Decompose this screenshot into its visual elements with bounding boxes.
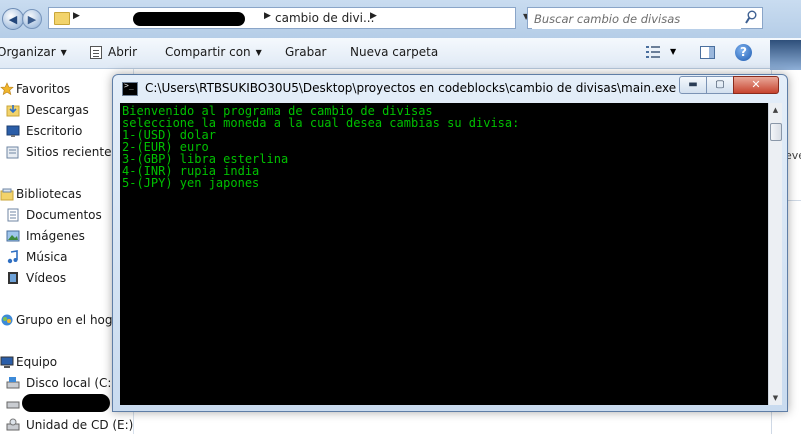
open-button[interactable]: Abrir [108, 45, 137, 59]
documents-icon [7, 208, 19, 222]
computer-icon [0, 356, 14, 368]
libraries-icon [0, 188, 14, 201]
desktop-icon [6, 125, 20, 137]
console-text: Bienvenido al programa de cambio de divi… [122, 105, 519, 189]
hard-drive-icon [6, 377, 20, 389]
share-label: Compartir con [165, 45, 251, 59]
console-app-icon[interactable] [122, 81, 138, 96]
address-bar[interactable]: ▶ ▶ cambio de divi... ▶ ▼ [48, 7, 561, 29]
homegroup-icon [1, 314, 13, 326]
console-line: 5-(JPY) yen japones [122, 176, 260, 190]
folder-icon [54, 12, 70, 25]
console-scrollbar[interactable]: ▲ ▼ [768, 103, 782, 405]
nav-label: Disco local (C:) [26, 376, 117, 390]
nav-label: Música [26, 250, 68, 264]
new-folder-button[interactable]: Nueva carpeta [350, 45, 438, 59]
recent-places-icon [6, 146, 19, 159]
downloads-folder-icon [6, 105, 20, 117]
nav-label: Documentos [26, 208, 102, 222]
chevron-down-icon: ▼ [60, 48, 67, 57]
search-box[interactable] [527, 7, 763, 29]
document-icon [90, 46, 102, 59]
nav-label: Grupo en el hogar [16, 313, 125, 327]
explorer-toolbar: Organizar ▼ Abrir Compartir con ▼ Grabar N… [0, 38, 801, 69]
nav-label: Sitios recientes [26, 145, 118, 159]
drive-icon [6, 401, 20, 409]
burn-button[interactable]: Grabar [285, 45, 327, 59]
forward-button[interactable]: ▶ [22, 9, 42, 29]
chevron-down-icon[interactable]: ▼ [670, 47, 676, 56]
forward-arrow-icon: ▶ [27, 12, 37, 26]
back-arrow-icon: ◀ [8, 12, 18, 26]
search-input[interactable] [532, 9, 741, 29]
close-button[interactable]: ✕ [733, 76, 779, 94]
maximize-button[interactable]: ▢ [706, 76, 734, 94]
scroll-up-icon[interactable]: ▲ [769, 103, 782, 117]
console-output[interactable]: Bienvenido al programa de cambio de divi… [120, 103, 768, 405]
nav-label: Bibliotecas [16, 187, 82, 201]
help-icon[interactable]: ? [735, 44, 752, 61]
breadcrumb-current[interactable]: cambio de divi... [275, 11, 374, 25]
nav-label: Favoritos [16, 82, 71, 96]
nav-label: Unidad de CD (E:) [26, 418, 134, 432]
background-window-edge [770, 40, 801, 70]
nav-label: Imágenes [26, 229, 85, 243]
breadcrumb-arrow-icon[interactable]: ▶ [264, 11, 271, 21]
scroll-down-icon[interactable]: ▼ [769, 391, 782, 405]
preview-pane-icon[interactable] [700, 46, 715, 59]
back-button[interactable]: ◀ [2, 8, 24, 30]
search-icon[interactable] [745, 10, 757, 25]
images-icon [6, 230, 20, 242]
nav-label: Vídeos [26, 271, 67, 285]
breadcrumb-arrow-icon[interactable]: ▶ [73, 11, 80, 21]
music-icon [7, 250, 18, 264]
star-icon [0, 82, 14, 96]
redacted-drive-label [22, 394, 110, 412]
nav-label: Escritorio [26, 124, 83, 138]
explorer-address-row: ◀ ▶ ▶ ▶ cambio de divi... ▶ ▼ [0, 0, 801, 39]
console-title: C:\Users\RTBSUKIBO30U5\Desktop\proyectos… [145, 81, 677, 95]
view-options-icon[interactable] [646, 46, 660, 58]
organize-button[interactable]: Organizar ▼ [0, 45, 67, 59]
console-window: C:\Users\RTBSUKIBO30U5\Desktop\proyectos… [112, 74, 788, 412]
redacted-breadcrumb [133, 12, 245, 26]
minimize-button[interactable]: ▬ [679, 76, 707, 94]
nav-label: Descargas [26, 103, 89, 117]
cd-drive-icon [6, 418, 20, 431]
scroll-thumb[interactable] [770, 123, 782, 141]
share-button[interactable]: Compartir con ▼ [165, 45, 262, 59]
nav-label: Equipo [16, 355, 58, 369]
videos-icon [8, 272, 18, 284]
chevron-down-icon: ▼ [255, 48, 262, 57]
organize-label: Organizar [0, 45, 56, 59]
breadcrumb-arrow-icon[interactable]: ▶ [370, 11, 377, 21]
